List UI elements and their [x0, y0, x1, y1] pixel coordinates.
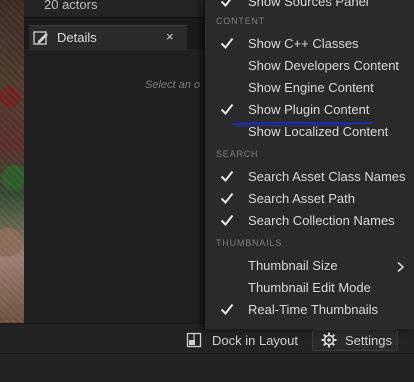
close-icon[interactable]: × [166, 29, 174, 45]
chevron-right-icon [397, 261, 405, 273]
menu-item-show-cpp-classes[interactable]: Show C++ Classes [205, 34, 414, 56]
menu-item-real-time-thumbnails[interactable]: Real-Time Thumbnails [205, 300, 414, 322]
settings-label: Settings [345, 332, 392, 348]
menu-item-label: Show C++ Classes [248, 36, 359, 51]
menu-section-header-search: SEARCH [216, 149, 259, 159]
divider [0, 353, 414, 354]
bottom-toolbar: Dock in Layout Settings [0, 323, 414, 382]
menu-item-search-asset-path[interactable]: Search Asset Path [205, 189, 414, 211]
details-tabbar: Details × [24, 23, 210, 50]
check-icon [220, 214, 234, 227]
menu-item-label: Show Engine Content [248, 80, 374, 95]
check-icon [220, 0, 232, 8]
menu-item-show-developers-content[interactable]: Show Developers Content [205, 56, 414, 78]
pencil-panel-icon [33, 31, 48, 45]
menu-item-label: Search Asset Class Names [248, 169, 406, 184]
check-icon [220, 170, 234, 183]
viewport-scene[interactable] [0, 0, 24, 323]
settings-menu: Show Sources Panel CONTENT Show C++ Clas… [204, 0, 414, 329]
dock-layout-icon [186, 332, 202, 348]
menu-item-label: Thumbnail Size [248, 258, 338, 273]
menu-section-header-content: CONTENT [216, 16, 266, 26]
menu-item-label: Show Plugin Content [248, 102, 370, 117]
tab-details[interactable]: Details × [29, 25, 187, 50]
menu-item-search-asset-class-names[interactable]: Search Asset Class Names [205, 167, 414, 189]
menu-item-thumbnail-edit-mode[interactable]: Thumbnail Edit Mode [205, 278, 414, 300]
check-icon [220, 192, 234, 205]
dock-in-layout-button[interactable]: Dock in Layout [186, 329, 298, 351]
menu-item-label: Thumbnail Edit Mode [248, 280, 371, 295]
menu-item-label: Show Sources Panel [248, 0, 369, 9]
menu-item-show-sources-panel[interactable]: Show Sources Panel [205, 0, 414, 14]
details-empty-hint: Select an o [145, 79, 201, 91]
menu-section-header-thumbnails: THUMBNAILS [216, 238, 283, 248]
details-tab-label: Details [57, 30, 97, 45]
gear-icon [321, 332, 337, 348]
annotation-underline [231, 122, 373, 127]
menu-item-show-plugin-content[interactable]: Show Plugin Content [205, 100, 414, 122]
settings-button[interactable]: Settings [312, 329, 398, 351]
menu-item-label: Search Asset Path [248, 191, 355, 206]
check-icon [220, 37, 234, 50]
menu-item-label: Real-Time Thumbnails [248, 302, 379, 317]
actors-count: 20 actors [44, 0, 98, 12]
details-panel: Details × Select an o [24, 23, 210, 323]
menu-item-thumbnail-size[interactable]: Thumbnail Size [205, 256, 414, 278]
outliner-footer: 20 actors [24, 0, 210, 18]
check-icon [220, 303, 234, 316]
check-icon [220, 103, 234, 116]
menu-item-search-collection-names[interactable]: Search Collection Names [205, 211, 414, 233]
menu-item-label: Search Collection Names [248, 213, 395, 228]
dock-in-layout-label: Dock in Layout [212, 332, 298, 348]
menu-item-show-engine-content[interactable]: Show Engine Content [205, 78, 414, 100]
menu-item-label: Show Developers Content [248, 58, 400, 73]
